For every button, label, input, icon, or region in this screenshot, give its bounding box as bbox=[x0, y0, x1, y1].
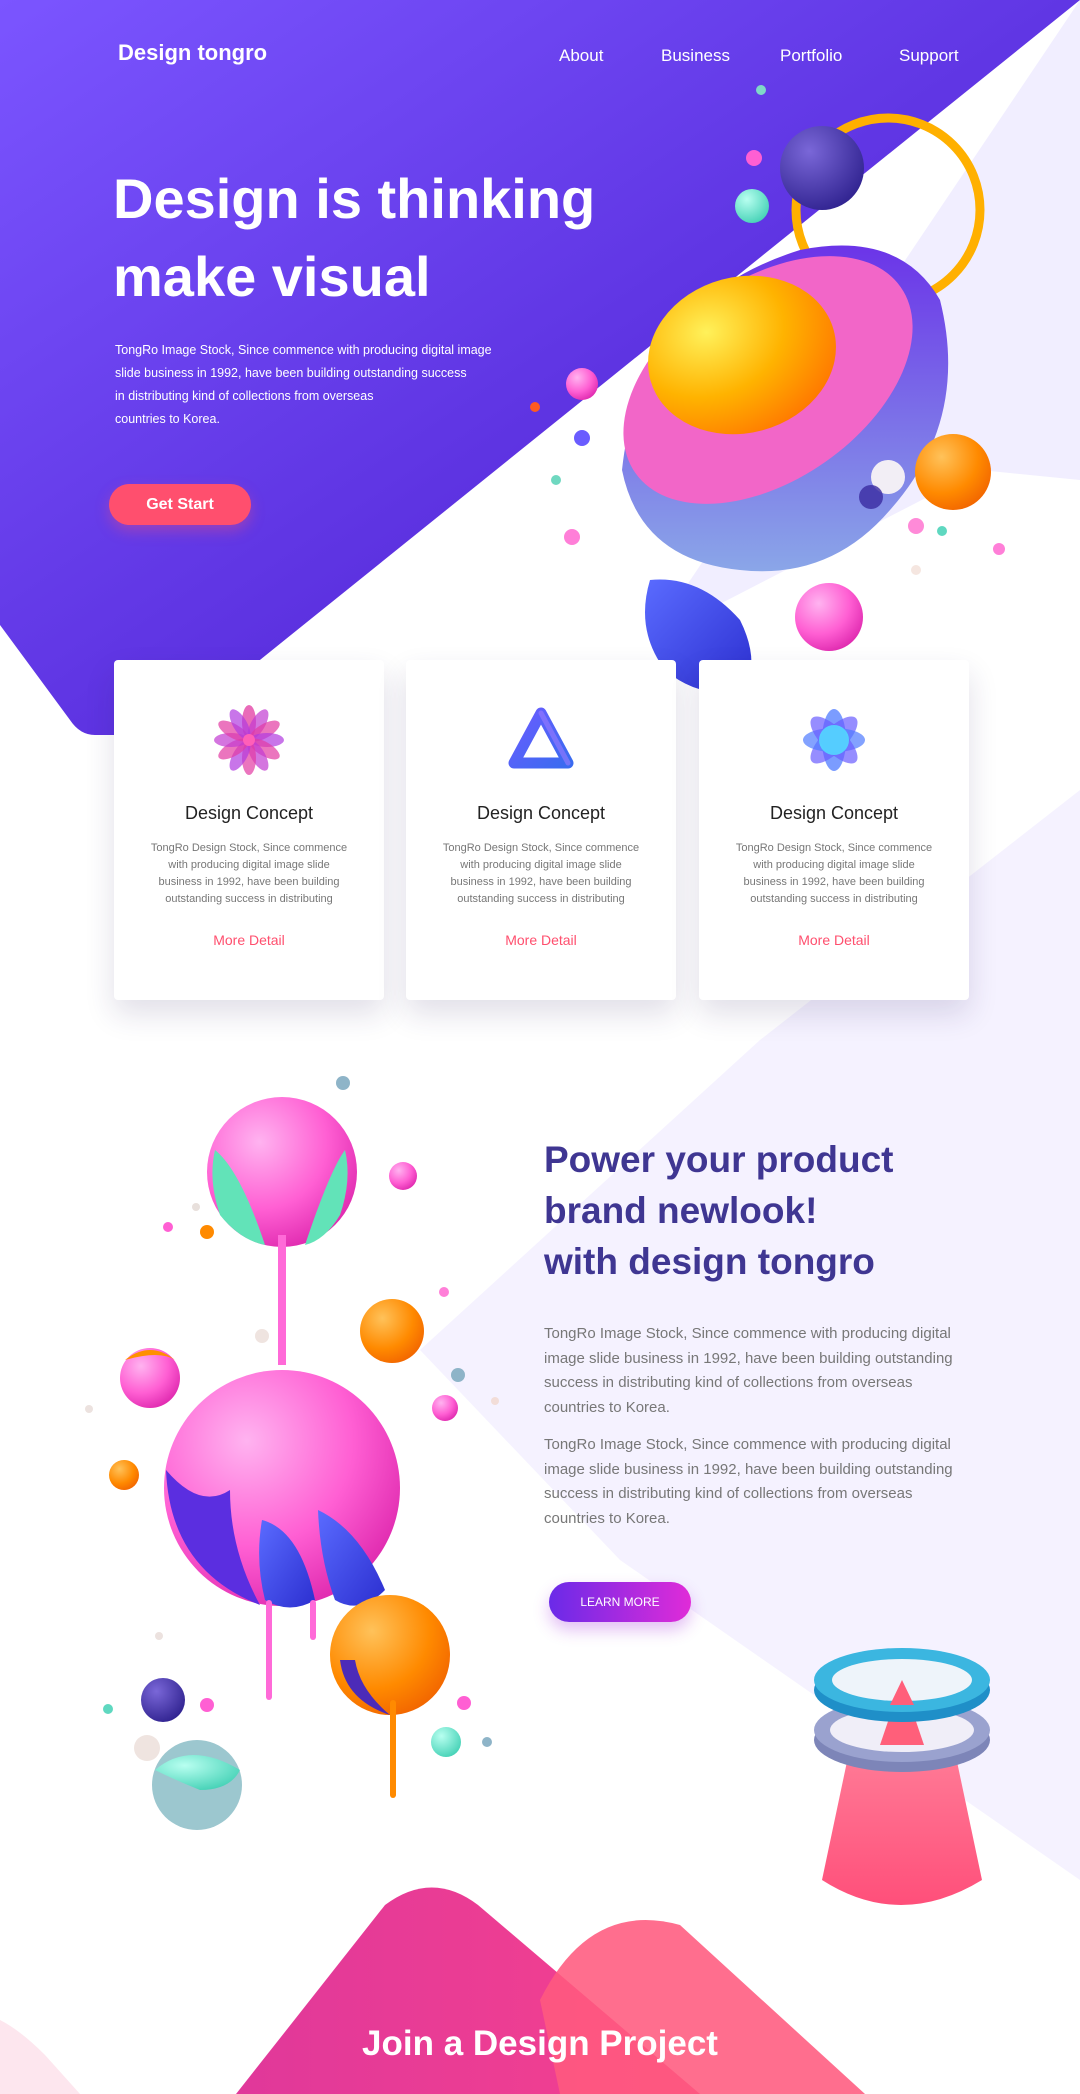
power-paragraph-line: countries to Korea. bbox=[544, 1398, 670, 1416]
flower-icon bbox=[214, 705, 284, 775]
nav-about[interactable]: About bbox=[559, 46, 603, 66]
power-paragraph: TongRo Image Stock, Since commence with … bbox=[544, 1322, 994, 1420]
hero-description-line: countries to Korea. bbox=[115, 412, 220, 426]
card-title: Design Concept bbox=[476, 803, 606, 823]
nav-support[interactable]: Support bbox=[899, 46, 959, 66]
main-nav: About Business Portfolio Support bbox=[0, 46, 1080, 70]
power-title-line: Power your product bbox=[544, 1139, 894, 1180]
card-text-line: business in 1992, have been building bbox=[158, 876, 340, 888]
hero-title-line: Design is thinking bbox=[113, 167, 596, 230]
card-text-line: TongRo Design Stock, Since commence bbox=[150, 842, 348, 854]
hero-description-line: slide business in 1992, have been buildi… bbox=[115, 366, 467, 380]
card-title: Design Concept bbox=[769, 803, 899, 823]
power-paragraph-line: TongRo Image Stock, Since commence with … bbox=[544, 1325, 951, 1342]
card-text-line: with producing digital image slide bbox=[460, 859, 622, 871]
more-detail-link[interactable]: More Detail bbox=[699, 932, 969, 948]
card-text-line: business in 1992, have been building bbox=[743, 876, 925, 888]
more-detail-link[interactable]: More Detail bbox=[114, 932, 384, 948]
feature-card: Design Concept TongRo Design Stock, Sinc… bbox=[406, 660, 676, 1000]
power-paragraph: TongRo Image Stock, Since commence with … bbox=[544, 1433, 994, 1531]
card-text-line: TongRo Design Stock, Since commence bbox=[442, 842, 640, 854]
hero-description: TongRo Image Stock, Since commence with … bbox=[115, 339, 535, 431]
card-text-line: business in 1992, have been building bbox=[450, 876, 632, 888]
learn-more-button[interactable]: LEARN MORE bbox=[549, 1582, 691, 1622]
triangle-icon bbox=[508, 707, 574, 769]
hero-description-line: TongRo Image Stock, Since commence with … bbox=[115, 343, 492, 357]
drip-illustration bbox=[85, 1076, 499, 1830]
card-text: TongRo Design Stock, Since commence with… bbox=[144, 840, 354, 908]
power-paragraph-line: success in distributing kind of collecti… bbox=[544, 1485, 913, 1502]
power-paragraph-line: image slide business in 1992, have been … bbox=[544, 1349, 953, 1367]
star-icon bbox=[803, 709, 865, 771]
card-text-line: TongRo Design Stock, Since commence bbox=[735, 842, 933, 854]
card-text-line: outstanding success in distributing bbox=[457, 893, 625, 905]
power-title-line: with design tongro bbox=[544, 1241, 875, 1282]
power-paragraph-line: countries to Korea. bbox=[544, 1509, 670, 1527]
feature-card: Design Concept TongRo Design Stock, Sinc… bbox=[699, 660, 969, 1000]
power-paragraph-line: image slide business in 1992, have been … bbox=[544, 1460, 953, 1478]
card-text: TongRo Design Stock, Since commence with… bbox=[436, 840, 646, 908]
card-title: Design Concept bbox=[184, 803, 314, 823]
nav-portfolio[interactable]: Portfolio bbox=[780, 46, 842, 66]
hero-description-line: in distributing kind of collections from… bbox=[115, 389, 374, 403]
power-paragraph-line: TongRo Image Stock, Since commence with … bbox=[544, 1436, 951, 1453]
join-project-title: Join a Design Project bbox=[362, 2024, 718, 2063]
card-text-line: with producing digital image slide bbox=[168, 859, 330, 871]
card-text-line: with producing digital image slide bbox=[753, 859, 915, 871]
power-title: Power your product brand newlook! with d… bbox=[544, 1134, 1004, 1287]
card-text: TongRo Design Stock, Since commence with… bbox=[729, 840, 939, 908]
power-title-line: brand newlook! bbox=[544, 1190, 818, 1231]
get-start-button[interactable]: Get Start bbox=[109, 484, 251, 525]
power-paragraph-line: success in distributing kind of collecti… bbox=[544, 1374, 913, 1391]
hero-title-line: make visual bbox=[113, 245, 431, 308]
hero-title: Design is thinking make visual bbox=[113, 160, 673, 316]
card-text-line: outstanding success in distributing bbox=[165, 893, 333, 905]
more-detail-link[interactable]: More Detail bbox=[406, 932, 676, 948]
nav-business[interactable]: Business bbox=[661, 46, 730, 66]
feature-card: Design Concept TongRo Design Stock, Sinc… bbox=[114, 660, 384, 1000]
card-text-line: outstanding success in distributing bbox=[750, 893, 918, 905]
